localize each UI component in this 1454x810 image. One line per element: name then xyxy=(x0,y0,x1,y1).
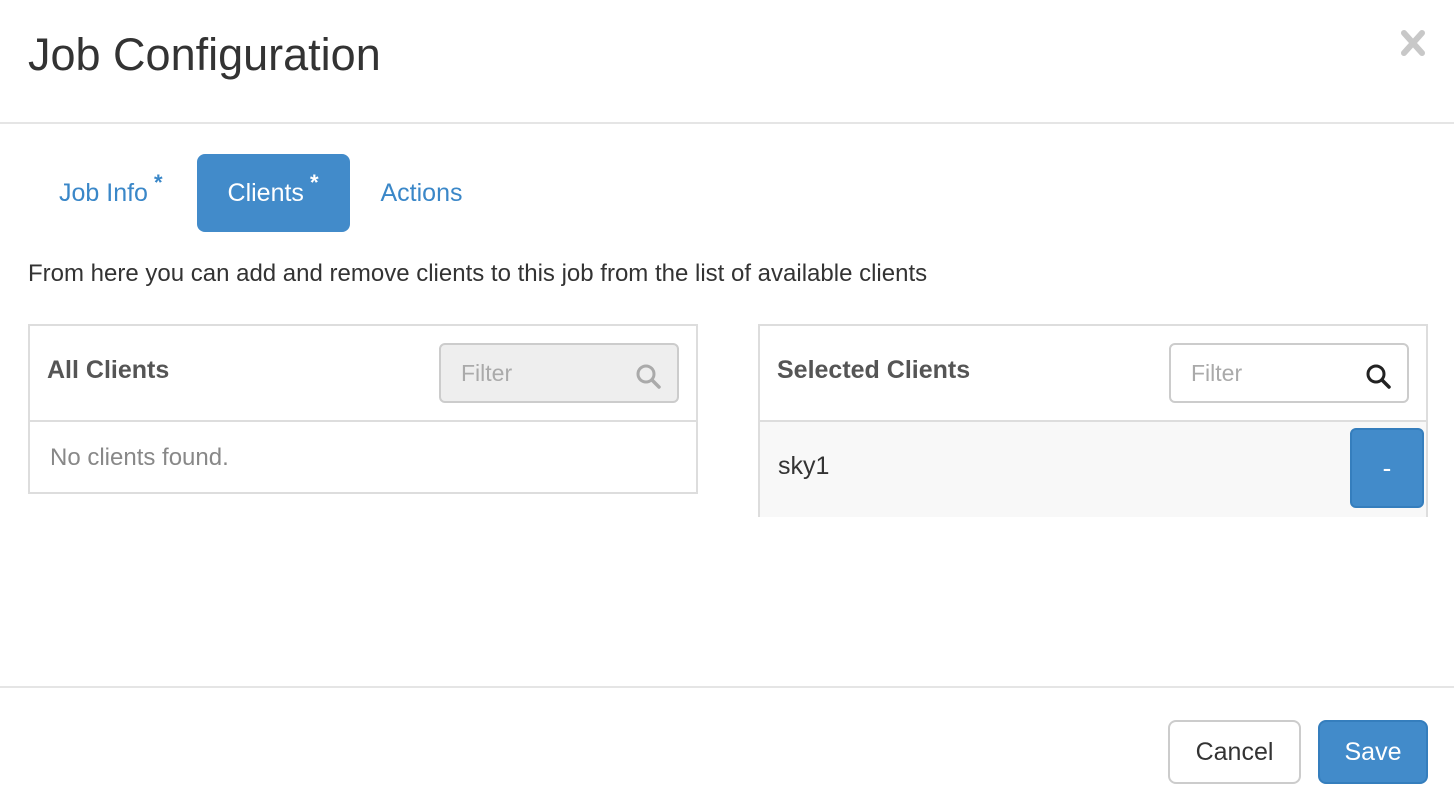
empty-message: No clients found. xyxy=(50,444,229,471)
tab-actions[interactable]: Actions xyxy=(350,154,494,232)
modal-header: Job Configuration xyxy=(0,0,1454,124)
save-button[interactable]: Save xyxy=(1318,720,1428,784)
tab-clients[interactable]: Clients * xyxy=(196,154,350,232)
close-button[interactable] xyxy=(1398,26,1428,60)
selected-clients-panel: Selected Clients sky1 - xyxy=(758,324,1428,517)
selected-clients-filter[interactable] xyxy=(1169,343,1409,403)
all-clients-filter xyxy=(439,343,679,403)
panel-title: All Clients xyxy=(47,356,170,384)
search-icon xyxy=(1366,364,1391,389)
required-marker: * xyxy=(309,170,319,195)
panel-heading: All Clients xyxy=(30,326,696,422)
close-icon xyxy=(1401,30,1425,56)
modal-title: Job Configuration xyxy=(28,29,381,80)
tab-bar: Job Info * Clients * Actions xyxy=(28,154,493,232)
panel-heading: Selected Clients xyxy=(760,326,1426,422)
list-item: sky1 - xyxy=(760,422,1426,517)
remove-client-button[interactable]: - xyxy=(1350,428,1424,508)
tab-label: Clients xyxy=(227,178,304,207)
all-clients-panel: All Clients No clients found. xyxy=(28,324,698,494)
tab-label: Actions xyxy=(380,178,463,207)
description-text: From here you can add and remove clients… xyxy=(28,260,928,287)
required-marker: * xyxy=(153,170,163,195)
job-configuration-modal: Job Configuration Job Info * Clients * A… xyxy=(0,0,1454,810)
client-name: sky1 xyxy=(778,452,830,480)
panel-title: Selected Clients xyxy=(777,356,971,384)
modal-footer: Cancel Save xyxy=(0,686,1454,810)
search-icon xyxy=(636,364,661,389)
cancel-button[interactable]: Cancel xyxy=(1168,720,1301,784)
tab-job-info[interactable]: Job Info * xyxy=(28,154,197,232)
tab-label: Job Info xyxy=(59,178,148,207)
